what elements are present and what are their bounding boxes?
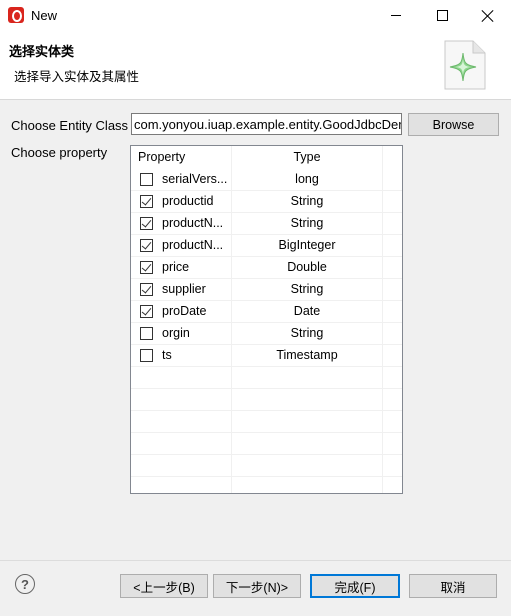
footer-divider [0, 560, 511, 561]
title-bar: New [0, 0, 511, 31]
help-icon[interactable]: ? [15, 574, 35, 594]
property-checkbox[interactable] [140, 261, 153, 274]
property-checkbox[interactable] [140, 327, 153, 340]
browse-button[interactable]: Browse [408, 113, 499, 136]
property-name: productid [162, 194, 214, 208]
property-type: Double [287, 260, 327, 274]
table-row[interactable]: productid String [131, 191, 402, 213]
empty-table-row [131, 477, 402, 493]
empty-table-row [131, 433, 402, 455]
empty-table-row [131, 389, 402, 411]
property-name: ts [162, 348, 172, 362]
property-name: productN... [162, 238, 224, 252]
property-checkbox[interactable] [140, 349, 153, 362]
table-header: Property Type [131, 146, 402, 169]
empty-table-row [131, 455, 402, 477]
banner-description: 选择导入实体及其属性 [14, 70, 140, 84]
header-type[interactable]: Type [232, 150, 382, 164]
table-row[interactable]: price Double [131, 257, 402, 279]
property-type: BigInteger [278, 238, 336, 252]
close-icon [482, 10, 494, 22]
minimize-icon [391, 15, 401, 16]
close-button[interactable] [465, 0, 511, 31]
table-row[interactable]: serialVers... long [131, 169, 402, 191]
property-checkbox[interactable] [140, 239, 153, 252]
property-label: Choose property [11, 145, 108, 160]
property-type: String [290, 216, 324, 230]
property-checkbox[interactable] [140, 195, 153, 208]
entity-class-label: Choose Entity Class [11, 118, 129, 133]
property-checkbox[interactable] [140, 217, 153, 230]
wizard-banner: 选择实体类 选择导入实体及其属性 [0, 31, 511, 100]
property-name: proDate [162, 304, 207, 318]
property-name: productN... [162, 216, 224, 230]
table-row[interactable]: productN... String [131, 213, 402, 235]
banner-title: 选择实体类 [9, 44, 75, 59]
table-row[interactable]: ts Timestamp [131, 345, 402, 367]
entity-class-input[interactable]: com.yonyou.iuap.example.entity.GoodJdbcD… [131, 113, 402, 135]
cancel-button[interactable]: 取消 [409, 574, 497, 598]
property-checkbox[interactable] [140, 305, 153, 318]
property-type: String [290, 194, 324, 208]
property-name: supplier [162, 282, 206, 296]
property-type: String [290, 282, 324, 296]
header-property[interactable]: Property [138, 150, 185, 164]
property-type: Date [293, 304, 321, 318]
property-type: Timestamp [276, 348, 338, 362]
property-type: String [290, 326, 324, 340]
property-name: serialVers... [162, 172, 228, 186]
finish-button[interactable]: 完成(F) [310, 574, 400, 598]
minimize-button[interactable] [373, 0, 419, 31]
property-table[interactable]: Property Type serialVers... long productid… [130, 145, 403, 494]
window-title: New [31, 8, 58, 23]
maximize-icon [436, 10, 448, 21]
next-button[interactable]: 下一步(N)> [213, 574, 301, 598]
property-name: orgin [162, 326, 190, 340]
empty-table-row [131, 411, 402, 433]
property-type: long [295, 172, 319, 186]
table-row[interactable]: proDate Date [131, 301, 402, 323]
back-button[interactable]: <上一步(B) [120, 574, 208, 598]
maximize-button[interactable] [419, 0, 465, 31]
table-row[interactable]: supplier String [131, 279, 402, 301]
property-checkbox[interactable] [140, 283, 153, 296]
wizard-sparkle-icon [444, 40, 486, 90]
property-checkbox[interactable] [140, 173, 153, 186]
app-icon [8, 7, 24, 23]
table-row[interactable]: orgin String [131, 323, 402, 345]
table-row[interactable]: productN... BigInteger [131, 235, 402, 257]
property-name: price [162, 260, 190, 274]
empty-table-row [131, 367, 402, 389]
